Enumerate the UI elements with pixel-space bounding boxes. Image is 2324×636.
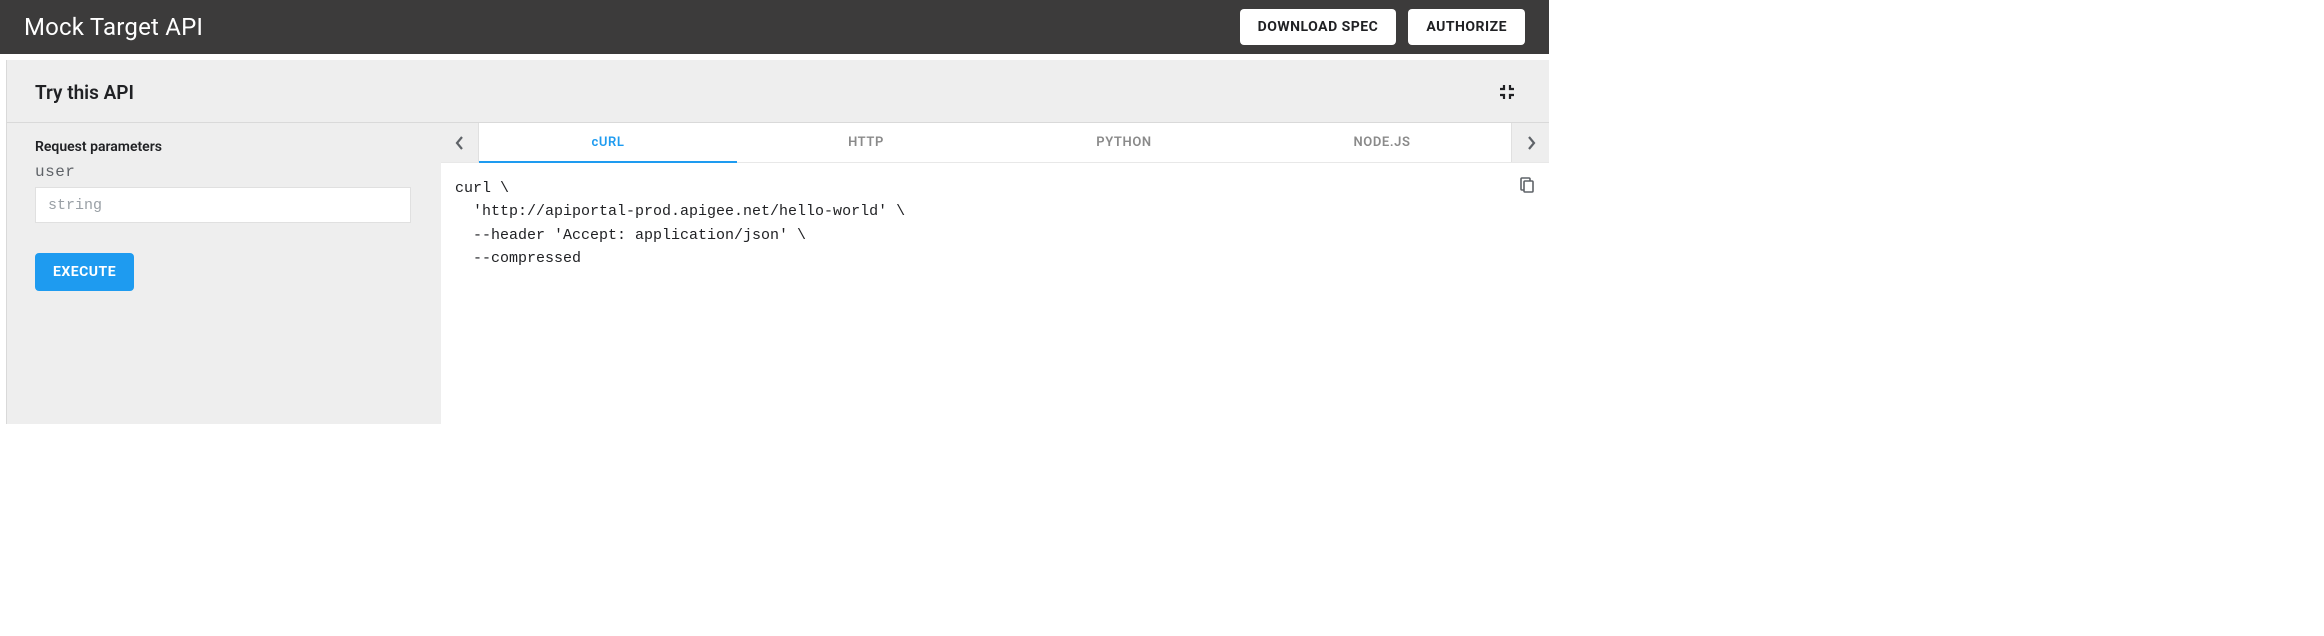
- param-name: user: [35, 163, 413, 181]
- code-area: curl \ 'http://apiportal-prod.apigee.net…: [441, 163, 1549, 424]
- panel-header: Try this API: [7, 60, 1549, 123]
- tab-http[interactable]: HTTP: [737, 123, 995, 162]
- copy-code-button[interactable]: [1515, 173, 1539, 197]
- authorize-button[interactable]: AUTHORIZE: [1408, 9, 1525, 45]
- panel-body: Request parameters user EXECUTE cURL HTT…: [7, 123, 1549, 424]
- panel-title: Try this API: [35, 81, 134, 104]
- tab-nodejs[interactable]: NODE.JS: [1253, 123, 1511, 162]
- tab-python[interactable]: PYTHON: [995, 123, 1253, 162]
- collapse-icon: [1498, 83, 1516, 101]
- chevron-right-icon: [1525, 135, 1537, 151]
- collapse-button[interactable]: [1493, 78, 1521, 106]
- request-parameters-label: Request parameters: [35, 139, 413, 155]
- execute-button[interactable]: EXECUTE: [35, 253, 134, 291]
- tab-curl[interactable]: cURL: [479, 123, 737, 162]
- topbar: Mock Target API DOWNLOAD SPEC AUTHORIZE: [0, 0, 1549, 54]
- code-tabs: cURL HTTP PYTHON NODE.JS: [479, 123, 1511, 162]
- code-tab-row: cURL HTTP PYTHON NODE.JS: [441, 123, 1549, 163]
- tabs-scroll-left-button[interactable]: [441, 123, 479, 162]
- code-column: cURL HTTP PYTHON NODE.JS: [441, 123, 1549, 424]
- topbar-actions: DOWNLOAD SPEC AUTHORIZE: [1240, 9, 1525, 45]
- tabs-scroll-right-button[interactable]: [1511, 123, 1549, 162]
- chevron-left-icon: [454, 135, 466, 151]
- code-snippet: curl \ 'http://apiportal-prod.apigee.net…: [455, 177, 1523, 270]
- copy-icon: [1519, 176, 1535, 194]
- request-column: Request parameters user EXECUTE: [7, 123, 441, 424]
- try-api-panel: Try this API Request parameters user EXE…: [6, 60, 1549, 424]
- download-spec-button[interactable]: DOWNLOAD SPEC: [1240, 9, 1397, 45]
- param-user-input[interactable]: [35, 187, 411, 223]
- app-title: Mock Target API: [24, 13, 203, 41]
